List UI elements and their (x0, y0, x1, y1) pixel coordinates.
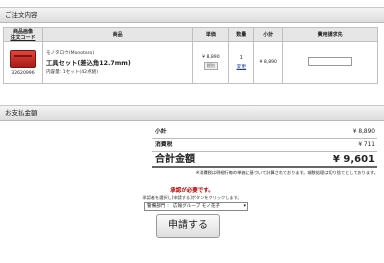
product-image-cell: 32620996 (3, 41, 43, 84)
order-section-header: ご注文内容 (0, 7, 384, 23)
total-row: 合計金額 ¥ 9,601 (152, 152, 377, 168)
apply-button[interactable]: 申請する (156, 214, 220, 238)
total-label: 合計金額 (155, 154, 195, 165)
total-amount: ¥ 9,601 (332, 154, 375, 165)
product-content: 内容量: 1セット(42点組) (45, 70, 99, 75)
order-code: 32620996 (11, 70, 35, 76)
approver-select[interactable]: 警備部門 ： 広報グループ モノ花子 ▾ (144, 202, 248, 211)
order-table-header-row: 商品画像 注文コード 商品 単価 数量 小計 費用請求先 (3, 27, 378, 42)
col-header-code: 商品画像 注文コード (3, 27, 43, 42)
approval-instruction: 承認者を選択し[申請する]ボタンをクリックします。 (142, 195, 242, 200)
col-header-product: 商品 (41, 27, 194, 42)
tax-badge: 税別 (203, 62, 218, 70)
approval-notice: 承認が必要です。 (170, 188, 214, 194)
col-header-unit-price: 単価 (192, 27, 230, 42)
col-header-budget-code: 費用請求先 (282, 27, 378, 42)
col-header-code-line2: 注文コード (10, 34, 36, 41)
quantity-cell: 1 変更 (228, 41, 255, 84)
quantity-value: 1 (239, 55, 243, 61)
product-brand: モノタロウ(Monotaro) (45, 51, 95, 56)
payment-section-title: お支払金額 (5, 109, 38, 117)
change-quantity-link[interactable]: 変更 (229, 63, 253, 70)
subtotal-amount: ¥ 8,890 (352, 129, 375, 135)
budget-code-input[interactable] (308, 57, 353, 66)
subtotal-cell: ¥ 8,890 (253, 41, 284, 84)
tax-label: 消費税 (155, 142, 173, 148)
payment-section-header: お支払金額 (0, 105, 384, 121)
tax-note: ※消費税は明細行毎の単価に基づいて計算されております。端数処理は切り捨てとしてお… (195, 170, 378, 175)
subtotal-row: 小計 ¥ 8,890 (152, 126, 377, 139)
product-name[interactable]: 工具セット(差込角12.7mm) (46, 58, 193, 67)
order-section-title: ご注文内容 (5, 11, 38, 19)
product-thumbnail[interactable] (9, 49, 36, 68)
table-row: 32620996 モノタロウ(Monotaro) 工具セット(差込角12.7mm… (3, 41, 378, 84)
budget-code-cell (282, 41, 378, 84)
tax-amount: ¥ 711 (358, 142, 375, 148)
chevron-down-icon: ▾ (243, 203, 246, 209)
order-table: 商品画像 注文コード 商品 単価 数量 小計 費用請求先 32620996 モノ… (3, 27, 378, 84)
col-header-subtotal: 小計 (253, 27, 284, 42)
unit-price-cell: ¥ 8,890 税別 (192, 41, 230, 84)
tax-row: 消費税 ¥ 711 (152, 139, 377, 152)
col-header-quantity: 数量 (228, 27, 255, 42)
approver-selected-value: 警備部門 ： 広報グループ モノ花子 (147, 204, 221, 209)
unit-price-value: ¥ 8,890 (202, 55, 220, 60)
subtotal-label: 小計 (155, 129, 167, 135)
product-info-cell: モノタロウ(Monotaro) 工具セット(差込角12.7mm) 内容量: 1セ… (41, 41, 194, 84)
